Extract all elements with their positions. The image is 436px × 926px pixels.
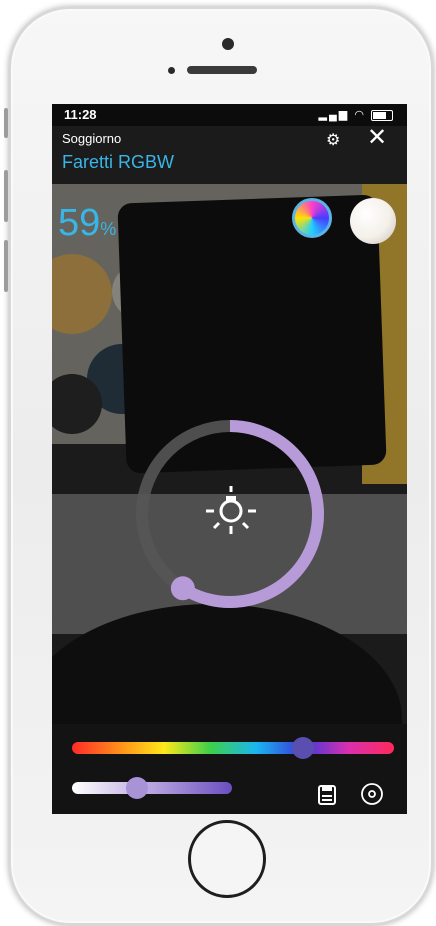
home-button[interactable] bbox=[188, 820, 266, 898]
volume-up-button bbox=[4, 170, 8, 222]
dial-knob bbox=[170, 576, 195, 601]
brightness-readout: 59% bbox=[58, 202, 116, 245]
hue-slider-track[interactable] bbox=[72, 742, 394, 754]
bulb-icon[interactable] bbox=[192, 476, 270, 554]
target-icon[interactable] bbox=[360, 782, 384, 806]
wifi-icon: ◠ bbox=[354, 109, 366, 121]
white-slider-thumb[interactable] bbox=[126, 777, 148, 799]
brightness-unit: % bbox=[100, 219, 117, 239]
white-mode-button[interactable] bbox=[350, 198, 396, 244]
proximity-sensor bbox=[168, 67, 175, 74]
save-icon[interactable] bbox=[318, 785, 336, 805]
status-bar: 11:28 ▂▄▆ ◠ bbox=[52, 104, 407, 126]
device-name: Faretti RGBW bbox=[62, 152, 175, 172]
rgb-mode-button[interactable] bbox=[292, 198, 332, 238]
front-camera bbox=[222, 38, 234, 50]
status-time: 11:28 bbox=[64, 107, 97, 122]
app-screen: 11:28 ▂▄▆ ◠ Soggiorno Faretti RGBW ⚙ ✕ 5… bbox=[52, 104, 407, 814]
battery-icon bbox=[371, 109, 393, 121]
room-name: Soggiorno bbox=[62, 131, 122, 146]
white-slider-track[interactable] bbox=[72, 782, 232, 794]
mute-switch bbox=[4, 108, 8, 138]
signal-icon: ▂▄▆ bbox=[318, 109, 350, 121]
status-icons: ▂▄▆ ◠ bbox=[319, 108, 393, 121]
hue-slider-thumb[interactable] bbox=[292, 737, 314, 759]
earpiece-speaker bbox=[187, 66, 257, 74]
gears-icon[interactable]: ⚙ bbox=[326, 130, 340, 150]
brightness-value: 59 bbox=[58, 202, 101, 244]
volume-down-button bbox=[4, 240, 8, 292]
close-button[interactable]: ✕ bbox=[367, 126, 387, 150]
